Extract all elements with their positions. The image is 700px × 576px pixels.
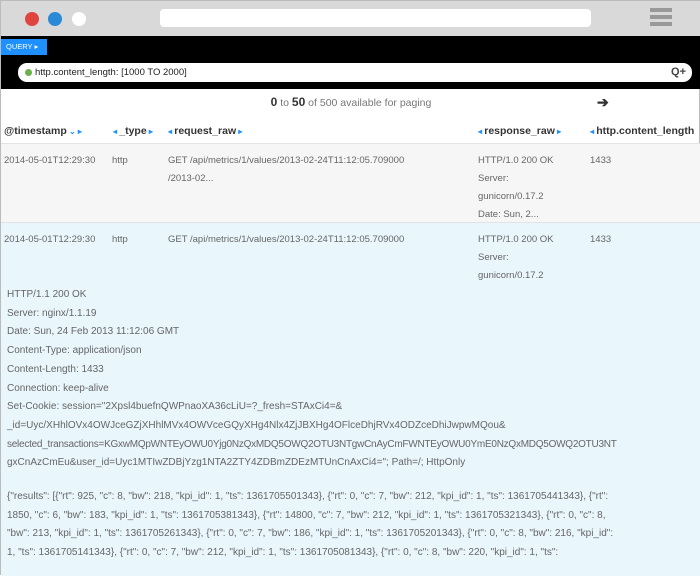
cell-timestamp: 2014-05-01T12:29:30 [4, 155, 96, 166]
table-row-expanded[interactable]: 2014-05-01T12:29:30 http GET /api/metric… [1, 222, 700, 576]
paging-info: 0 to 50 of 500 available for paging [270, 95, 432, 109]
cell-content-length: 1433 [590, 155, 612, 166]
minimize-window-button[interactable] [48, 12, 62, 26]
browser-chrome [1, 1, 700, 36]
menu-icon[interactable] [650, 8, 672, 28]
cell-timestamp: 2014-05-01T12:29:30 [4, 234, 96, 245]
status-dot-icon [25, 69, 32, 76]
expanded-response-body: {"results": [{"rt": 925, "c": 8, "bw": 2… [7, 491, 614, 559]
column-header-request-raw[interactable]: ◂ request_raw ▸ [168, 125, 242, 137]
query-tab[interactable]: QUERY ▸ [1, 39, 47, 55]
close-window-button[interactable] [25, 12, 39, 26]
column-header-timestamp[interactable]: @timestamp ⌄ ▸ [4, 125, 82, 137]
next-page-icon[interactable]: ➔ [597, 94, 609, 111]
cell-response: HTTP/1.0 200 OK Server: gunicorn/0.17.2 Dat… [478, 155, 554, 220]
table-row[interactable]: 2014-05-01T12:29:30 http GET /api/metric… [1, 143, 700, 222]
query-panel: QUERY ▸ http.content_length: [1000 TO 20… [1, 36, 700, 89]
cell-content-length: 1433 [590, 234, 612, 245]
cell-type: http [112, 155, 128, 166]
expanded-response-headers: HTTP/1.1 200 OK Server: nginx/1.1.19 Date:… [7, 289, 617, 469]
column-header-response-raw[interactable]: ◂ response_raw ▸ [478, 125, 561, 137]
address-bar[interactable] [160, 9, 591, 27]
column-header-content-length[interactable]: ◂ http.content_length [590, 125, 694, 137]
query-input[interactable]: http.content_length: [1000 TO 2000] Q+ [18, 63, 692, 82]
maximize-window-button[interactable] [72, 12, 86, 26]
cell-type: http [112, 234, 128, 245]
query-text: http.content_length: [1000 TO 2000] [35, 67, 187, 78]
cell-request: GET /api/metrics/1/values/2013-02-24T11:… [168, 155, 405, 184]
cell-response: HTTP/1.0 200 OK Server: gunicorn/0.17.2 [478, 234, 554, 281]
search-add-icon[interactable]: Q+ [671, 63, 686, 82]
column-header-type[interactable]: ◂ _type ▸ [113, 125, 153, 137]
cell-request: GET /api/metrics/1/values/2013-02-24T11:… [168, 234, 405, 245]
